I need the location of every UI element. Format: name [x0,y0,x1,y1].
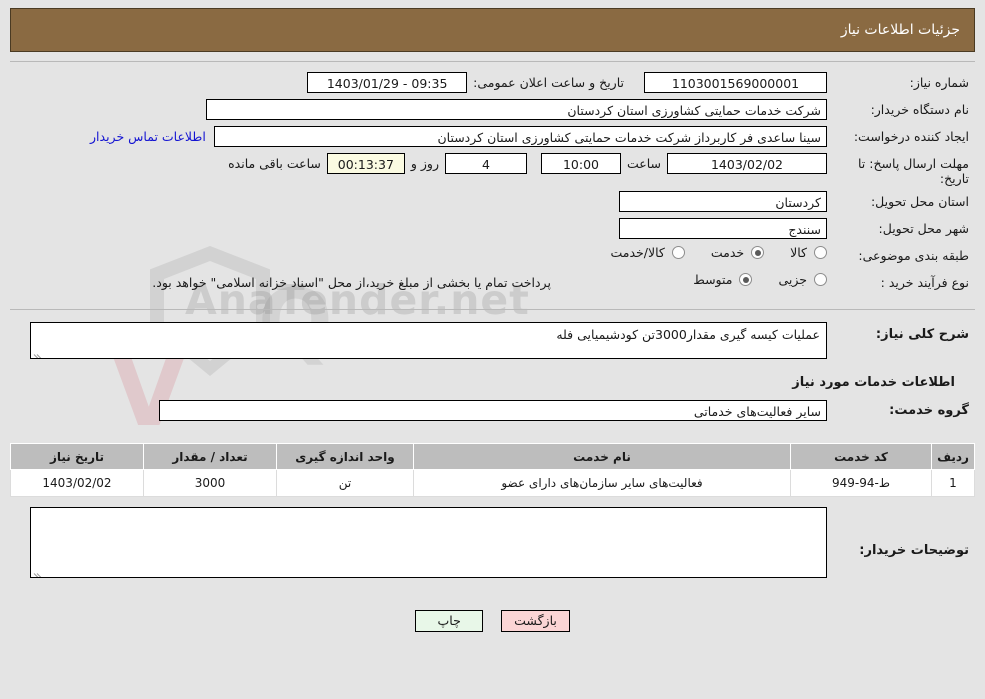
buyer-contact-link[interactable]: اطلاعات تماس خریدار [82,126,214,147]
cell-name: فعالیت‌های سایر سازمان‌های دارای عضو [413,469,791,497]
remaining-time-value: 00:13:37 [326,153,405,174]
remaining-days-suffix: روز و [410,156,439,171]
province-value: کردستان [619,191,827,212]
table-header-row: ردیف کد خدمت نام خدمت واحد اندازه گیری ت… [10,443,975,470]
cell-code: ط-94-949 [790,469,932,497]
buyer-org-label: نام دستگاه خریدار: [870,102,969,117]
general-description-textarea[interactable]: عملیات کیسه گیری مقدار3000تن کودشیمیایی … [30,322,827,359]
radio-icon[interactable] [814,246,827,259]
row-city: شهر محل تحویل: سنندج [16,218,969,240]
purchase-process-option-label: متوسط [693,272,733,287]
page-header: جزئیات اطلاعات نیاز [10,8,975,52]
need-number-label: شماره نیاز: [909,75,969,90]
purchase-process-radio-group: جزیی متوسط [667,272,827,287]
classification-option-label: کالا/خدمت [610,245,665,260]
cell-index: 1 [931,469,975,497]
cell-unit: تن [276,469,414,497]
cell-need-date: 1403/02/02 [10,469,144,497]
items-table-wrapper: ردیف کد خدمت نام خدمت واحد اندازه گیری ت… [10,443,975,497]
purchase-process-option-label: جزیی [778,272,807,287]
action-buttons-bar: بازگشت چاپ [0,610,985,632]
details-panel: شرح کلی نیاز: عملیات کیسه گیری مقدار3000… [10,316,975,437]
radio-icon[interactable] [671,246,685,259]
row-requester: ایجاد کننده درخواست: سینا ساعدی فر کاربر… [16,126,969,148]
cell-quantity: 3000 [143,469,277,497]
row-buyer-org: نام دستگاه خریدار: شرکت خدمات حمایتی کشا… [16,99,969,121]
header-quantity: تعداد / مقدار [143,443,277,470]
service-group-label: گروه خدمت: [889,403,969,418]
row-general-description: شرح کلی نیاز: عملیات کیسه گیری مقدار3000… [16,322,969,359]
requester-label: ایجاد کننده درخواست: [853,129,969,144]
purchase-process-note: پرداخت تمام یا بخشی از مبلغ خرید،از محل … [152,275,551,290]
city-label: شهر محل تحویل: [878,221,969,236]
general-description-value: عملیات کیسه گیری مقدار3000تن کودشیمیایی … [556,327,820,342]
row-deadline: مهلت ارسال پاسخ: تا تاریخ: 1403/02/02 سا… [16,153,969,186]
buyer-notes-label: توضیحات خریدار: [859,543,969,558]
requester-value: سینا ساعدی فر کاربرداز شرکت خدمات حمایتی… [213,126,827,147]
buyer-notes-panel: توضیحات خریدار: [10,507,975,593]
purchase-process-label: نوع فرآیند خرید : [880,275,969,290]
resize-grip-icon[interactable] [33,565,44,577]
header-name: نام خدمت [413,443,791,470]
basic-info-panel: شماره نیاز: 1103001569000001 تاریخ و ساع… [10,61,975,310]
classification-option-goods-service[interactable]: کالا/خدمت [610,245,685,260]
general-description-label: شرح کلی نیاز: [875,327,969,342]
row-service-group: گروه خدمت: سایر فعالیت‌های خدماتی [16,400,969,422]
row-buyer-notes: توضیحات خریدار: [16,507,969,578]
province-label: استان محل تحویل: [870,194,969,209]
row-need-number: شماره نیاز: 1103001569000001 تاریخ و ساع… [16,72,969,94]
remaining-days-value: 4 [444,153,527,174]
classification-option-goods[interactable]: کالا [790,245,827,260]
public-announce-value: 09:35 - 1403/01/29 [307,72,468,93]
table-row: 1 ط-94-949 فعالیت‌های سایر سازمان‌های دا… [10,469,975,497]
classification-label: طبقه بندی موضوعی: [858,248,969,263]
buyer-notes-textarea[interactable] [30,507,827,578]
page-title: جزئیات اطلاعات نیاز [840,22,960,38]
header-unit: واحد اندازه گیری [276,443,414,470]
row-purchase-process: نوع فرآیند خرید : جزیی متوسط پرداخت تمام… [16,272,969,294]
deadline-hour-value: 10:00 [540,153,621,174]
page-root: جزئیات اطلاعات نیاز شماره نیاز: 11030015… [0,8,985,632]
deadline-date-value: 1403/02/02 [667,153,827,174]
radio-icon[interactable] [814,273,827,286]
purchase-process-option-medium[interactable]: متوسط [693,272,753,287]
row-province: استان محل تحویل: کردستان [16,191,969,213]
items-table: ردیف کد خدمت نام خدمت واحد اندازه گیری ت… [10,443,975,497]
classification-option-service[interactable]: خدمت [710,245,765,260]
service-group-value: سایر فعالیت‌های خدماتی [159,400,827,421]
radio-icon[interactable] [739,273,753,286]
header-need-date: تاریخ نیاز [10,443,144,470]
classification-option-label: خدمت [710,245,745,260]
city-value: سنندج [619,218,827,239]
classification-radio-group: کالا خدمت کالا/خدمت [584,245,827,260]
back-button[interactable]: بازگشت [501,610,570,632]
header-code: کد خدمت [790,443,932,470]
services-section-heading: اطلاعات خدمات مورد نیاز [792,375,955,390]
resize-grip-icon[interactable] [33,346,44,358]
row-classification: طبقه بندی موضوعی: کالا خدمت کالا/خدمت [16,245,969,267]
deadline-label: مهلت ارسال پاسخ: تا تاریخ: [858,156,969,186]
header-index: ردیف [931,443,975,470]
print-button[interactable]: چاپ [415,610,484,632]
purchase-process-option-minor[interactable]: جزیی [778,272,827,287]
need-number-value: 1103001569000001 [644,72,827,93]
buyer-org-value: شرکت خدمات حمایتی کشاورزی استان کردستان [206,99,827,120]
radio-icon[interactable] [751,246,765,259]
remaining-time-suffix: ساعت باقی مانده [228,156,321,171]
public-announce-label: تاریخ و ساعت اعلان عمومی: [473,75,624,90]
classification-option-label: کالا [790,245,807,260]
deadline-hour-label: ساعت [626,156,661,171]
